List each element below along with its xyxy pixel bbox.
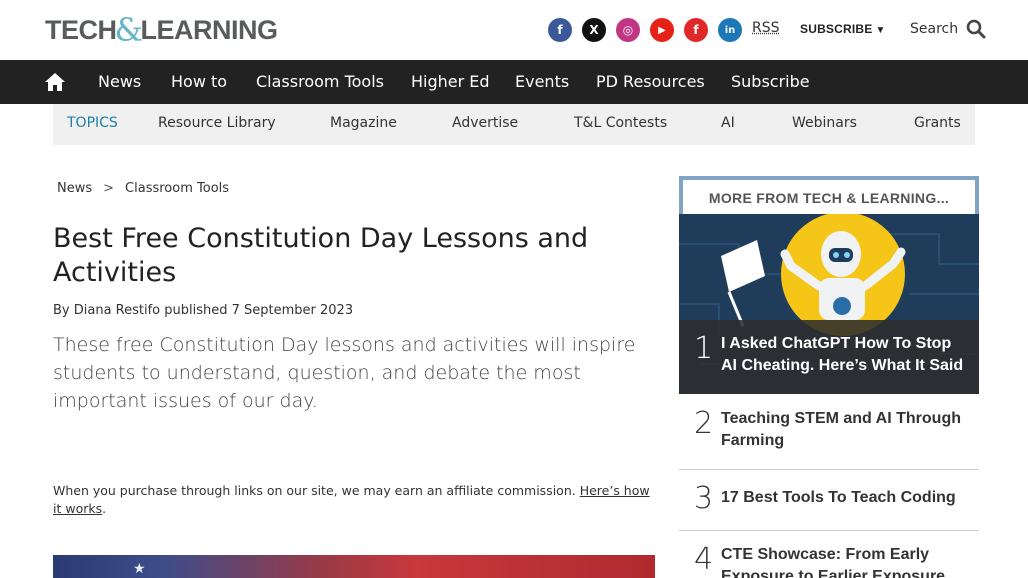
home-icon[interactable] bbox=[44, 71, 66, 93]
instagram-icon[interactable]: ◎ bbox=[616, 18, 640, 42]
breadcrumb-separator: > bbox=[103, 181, 115, 196]
x-twitter-icon[interactable]: X bbox=[582, 18, 606, 42]
subscribe-dropdown[interactable]: SUBSCRIBE ▼ bbox=[800, 22, 886, 36]
topic-magazine[interactable]: Magazine bbox=[330, 115, 397, 131]
subscribe-label: SUBSCRIBE bbox=[800, 22, 873, 36]
sidebar-divider bbox=[679, 530, 979, 531]
nav-item-events[interactable]: Events bbox=[515, 72, 569, 91]
logo-text-tech: TECH bbox=[45, 14, 117, 45]
breadcrumb-classroom-tools[interactable]: Classroom Tools bbox=[125, 181, 229, 196]
search-label: Search bbox=[910, 21, 959, 37]
sidebar-heading: MORE FROM TECH & LEARNING... bbox=[679, 176, 979, 216]
article-byline: By Diana Restifo published 7 September 2… bbox=[53, 303, 354, 318]
search-button[interactable]: Search bbox=[910, 19, 986, 39]
topic-tl-contests[interactable]: T&L Contests bbox=[574, 115, 667, 131]
topics-bar: TOPICS Resource Library Magazine Adverti… bbox=[53, 104, 975, 145]
affiliate-period: . bbox=[102, 501, 107, 516]
sidebar-item-3-title[interactable]: 17 Best Tools To Teach Coding bbox=[721, 487, 971, 509]
topic-webinars[interactable]: Webinars bbox=[792, 115, 857, 131]
sidebar-rank-4: 4 bbox=[694, 542, 714, 577]
sidebar-rank-1: 1 bbox=[694, 331, 714, 366]
sidebar-item-2-title[interactable]: Teaching STEM and AI Through Farming bbox=[721, 408, 971, 452]
affiliate-text: When you purchase through links on our s… bbox=[53, 483, 576, 498]
nav-item-news[interactable]: News bbox=[98, 72, 141, 91]
search-icon bbox=[966, 19, 986, 39]
site-logo[interactable]: TECH & LEARNING bbox=[45, 11, 278, 49]
topic-ai[interactable]: AI bbox=[721, 115, 735, 131]
main-nav: News How to Classroom Tools Higher Ed Ev… bbox=[0, 60, 1028, 104]
youtube-icon[interactable]: ▶ bbox=[650, 18, 674, 42]
topics-label: TOPICS bbox=[67, 115, 118, 131]
topic-resource-library[interactable]: Resource Library bbox=[158, 115, 276, 131]
nav-item-classroom-tools[interactable]: Classroom Tools bbox=[256, 72, 384, 91]
sidebar-item-1-title[interactable]: I Asked ChatGPT How To Stop AI Cheating.… bbox=[721, 333, 971, 377]
article-hero-image: ★ bbox=[53, 555, 655, 578]
sidebar-divider bbox=[679, 469, 979, 470]
nav-item-higher-ed[interactable]: Higher Ed bbox=[411, 72, 490, 91]
topic-advertise[interactable]: Advertise bbox=[452, 115, 518, 131]
affiliate-disclosure: When you purchase through links on our s… bbox=[53, 482, 653, 518]
caret-down-icon: ▼ bbox=[875, 25, 886, 36]
site-header: TECH & LEARNING f X ◎ ▶ f in RSS SUBSCRIBE… bbox=[0, 0, 1028, 60]
sidebar-rank-3: 3 bbox=[694, 481, 714, 516]
nav-item-subscribe[interactable]: Subscribe bbox=[731, 72, 810, 91]
facebook-icon[interactable]: f bbox=[548, 18, 572, 42]
rss-link[interactable]: RSS bbox=[752, 20, 780, 36]
article-title: Best Free Constitution Day Lessons and A… bbox=[53, 223, 589, 288]
linkedin-icon[interactable]: in bbox=[718, 18, 742, 42]
article-lede: These free Constitution Day lessons and … bbox=[53, 334, 636, 412]
breadcrumb: News > Classroom Tools bbox=[57, 181, 229, 196]
flipboard-icon[interactable]: f bbox=[684, 18, 708, 42]
sidebar-item-4-title[interactable]: CTE Showcase: From Early Exposure to Ear… bbox=[721, 544, 971, 578]
nav-item-how-to[interactable]: How to bbox=[171, 72, 227, 91]
breadcrumb-news[interactable]: News bbox=[57, 181, 92, 196]
logo-text-learning: LEARNING bbox=[140, 14, 278, 45]
logo-ampersand: & bbox=[114, 11, 143, 49]
flag-star-icon: ★ bbox=[133, 561, 146, 577]
topic-grants[interactable]: Grants bbox=[914, 115, 961, 131]
nav-item-pd-resources[interactable]: PD Resources bbox=[596, 72, 705, 91]
sidebar-rank-2: 2 bbox=[694, 406, 714, 441]
